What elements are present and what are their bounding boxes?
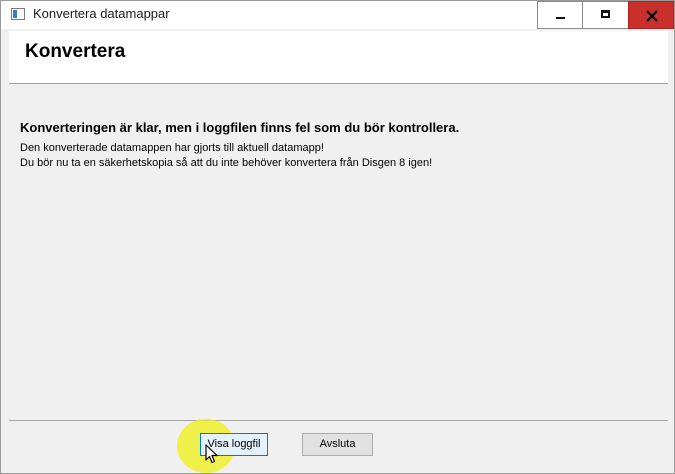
wizard-header: Konvertera [9,31,668,84]
main-window: Konvertera datamappar Konvertera Konvert… [0,0,675,474]
exit-button[interactable]: Avsluta [302,433,373,456]
title-bar[interactable]: Konvertera datamappar [1,1,674,29]
maximize-button[interactable] [582,1,629,29]
result-heading: Konverteringen är klar, men i loggfilen … [20,120,460,135]
result-message-line-2: Du bör nu ta en säkerhetskopia så att du… [20,157,433,169]
app-window-icon [11,8,25,20]
maximize-icon [601,10,610,18]
close-button[interactable] [628,1,674,29]
result-message-line-1: Den konverterade datamappen har gjorts t… [20,142,324,154]
minimize-button[interactable] [537,1,583,29]
page-title: Konvertera [25,41,126,62]
show-log-button[interactable]: Visa loggfil [200,433,268,456]
window-title: Konvertera datamappar [33,6,170,21]
minimize-icon [556,17,565,19]
footer-divider [9,420,668,421]
content-panel: Konverteringen är klar, men i loggfilen … [9,84,668,420]
close-icon [646,10,658,22]
